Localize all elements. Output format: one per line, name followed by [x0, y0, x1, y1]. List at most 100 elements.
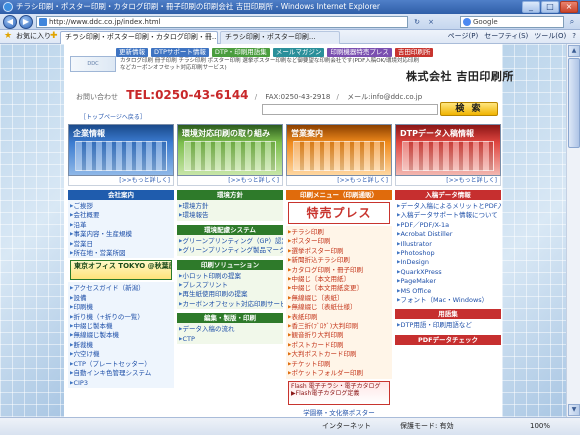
list-item[interactable]: フォント（Mac・Windows） — [397, 296, 501, 305]
list-item[interactable]: 小ロット印刷の提案 — [179, 272, 283, 281]
banner-company[interactable]: 企業情報 — [68, 124, 174, 176]
vertical-scrollbar[interactable]: ▲ ▼ — [566, 44, 580, 417]
list-item[interactable]: ポスター印刷 — [288, 237, 392, 246]
tokubai-press-banner[interactable]: 特売プレス — [288, 202, 390, 224]
breadcrumb-home[interactable]: ［トップページへ戻る］ — [80, 112, 146, 121]
list-item[interactable]: アクセスガイド（新潟） — [70, 284, 174, 293]
list-item[interactable]: Acrobat Distiller — [397, 230, 501, 239]
list-item[interactable]: PDF／PDF/X-1a — [397, 221, 501, 230]
list-item[interactable]: データ入稿の流れ — [179, 325, 283, 334]
more-link[interactable]: [>>もっと詳しく] — [68, 176, 174, 186]
list-item[interactable]: 環境方針 — [179, 202, 283, 211]
list-item[interactable]: CTP（プレートセッター） — [70, 360, 174, 369]
url-input[interactable]: http://www.ddc.co.jp/index.html — [36, 16, 408, 28]
scroll-up-button[interactable]: ▲ — [568, 45, 580, 57]
list-item[interactable]: 会社概要 — [70, 211, 174, 220]
minimize-button[interactable]: _ — [522, 1, 540, 13]
list-item[interactable]: 再生紙使用印刷の提案 — [179, 290, 283, 299]
list-item[interactable]: 大判ポストカード印刷 — [288, 350, 392, 359]
search-engine-input[interactable]: Google — [460, 16, 564, 28]
flash-catalog-banner[interactable]: Flash 電子チラシ・電子カタログ ▶Flash電子カタログ定義 — [288, 380, 390, 405]
list-item[interactable]: プレスプリント — [179, 281, 283, 290]
list-item[interactable]: 設備 — [70, 294, 174, 303]
list-item[interactable]: Illustrator — [397, 240, 501, 249]
tokyo-office-banner[interactable]: 東京オフィス TOKYO @秋葉原 — [70, 260, 172, 281]
tab-other[interactable]: チラシ印刷・ポスター印刷... — [220, 31, 340, 44]
list-item[interactable]: 折り機（+折りの一覧） — [70, 313, 174, 322]
banner-environment[interactable]: 環境対応印刷の取り組み — [177, 124, 283, 176]
list-item[interactable]: 中綴じ〔本文用紙〕 — [288, 275, 392, 284]
email-address[interactable]: メール:info@ddc.co.jp — [347, 93, 422, 101]
list-item[interactable]: 選挙ポスター印刷 — [288, 247, 392, 256]
more-link[interactable]: [>>もっと詳しく] — [286, 176, 392, 186]
list-item[interactable]: CIP3 — [70, 379, 174, 388]
festival-poster-link[interactable]: 学園祭・文化祭ポスター — [286, 407, 392, 417]
nav-glossary[interactable]: DTP・印刷用語集 — [211, 48, 270, 57]
list-item[interactable]: MS Office — [397, 287, 501, 296]
list-item[interactable]: DTP用語・印刷用語など — [397, 321, 501, 330]
list-item[interactable]: 穴空け機 — [70, 350, 174, 359]
list-item[interactable]: PageMaker — [397, 277, 501, 286]
banner-dtp[interactable]: DTPデータ入稿情報 — [395, 124, 501, 176]
list-item[interactable]: チケット印刷 — [288, 360, 392, 369]
list-item[interactable]: グリーンプリンティング製品マーク（GP製品マーク） — [179, 246, 283, 255]
list-item[interactable]: QuarkXPress — [397, 268, 501, 277]
list-item[interactable]: 断裁機 — [70, 341, 174, 350]
page-menu[interactable]: ページ(P) — [448, 30, 479, 43]
list-item[interactable]: 香三折(ﾌﾞﾛｸﾞ)大判印刷 — [288, 322, 392, 331]
search-go-icon[interactable]: ⌕ — [566, 17, 578, 27]
site-search-button[interactable]: 検 索 — [440, 102, 498, 116]
list-item[interactable]: 表紙印刷 — [288, 313, 392, 322]
site-search-input[interactable] — [262, 104, 438, 115]
nav-updates[interactable]: 更新情報 — [116, 48, 148, 57]
list-item[interactable]: 自動インキ色管理システム — [70, 369, 174, 378]
list-item[interactable]: 所在地・営業所図 — [70, 249, 174, 258]
site-logo[interactable]: DDC — [70, 56, 116, 72]
scroll-down-button[interactable]: ▼ — [568, 404, 580, 416]
nav-mail-magazine[interactable]: メールマガジン — [272, 48, 325, 57]
list-item[interactable]: CTP — [179, 335, 283, 344]
close-button[interactable]: × — [560, 1, 578, 13]
list-item[interactable]: 観音折り大判印刷 — [288, 331, 392, 340]
list-item[interactable]: ポケットフォルダー印刷 — [288, 369, 392, 378]
back-button[interactable]: ◀ — [3, 15, 17, 29]
list-item[interactable]: 新聞折込チラシ印刷 — [288, 256, 392, 265]
list-item[interactable]: 中綴じ製本機 — [70, 322, 174, 331]
list-item[interactable]: 入稿データサポート情報について — [397, 211, 501, 220]
list-item[interactable]: 事業内容・生産規模 — [70, 230, 174, 239]
nav-dtp-support[interactable]: DTPサポート情報 — [151, 48, 209, 57]
list-item[interactable]: InDesign — [397, 258, 501, 267]
add-favorite-icon[interactable]: ✚ — [50, 30, 58, 43]
list-item[interactable]: ご挨拶 — [70, 202, 174, 211]
safety-menu[interactable]: セーフティ(S) — [484, 30, 528, 43]
nav-yoshida[interactable]: 吉田印刷所 — [394, 48, 434, 57]
list-item[interactable]: 中綴じ〔本文用紙変更〕 — [288, 284, 392, 293]
list-item[interactable]: データ入稿によるメリットとPDF入稿について【1 2 3】 — [397, 202, 501, 211]
list-item[interactable]: ポストカード印刷 — [288, 341, 392, 350]
nav-tokubai-press[interactable]: 印刷機器特売プレス — [327, 48, 392, 57]
list-item[interactable]: グリーンプリンティング（GP）認定工場 — [179, 237, 283, 246]
favorites-star-icon[interactable]: ★ — [4, 30, 12, 43]
list-item[interactable]: 印刷機 — [70, 303, 174, 312]
tab-active[interactable]: チラシ印刷・ポスター印刷・カタログ印刷・冊... — [60, 31, 218, 44]
list-item[interactable]: 沿革 — [70, 221, 174, 230]
list-item[interactable]: カタログ印刷・冊子印刷 — [288, 266, 392, 275]
maximize-button[interactable]: □ — [541, 1, 559, 13]
more-link[interactable]: [>>もっと詳しく] — [395, 176, 501, 186]
banner-sales[interactable]: 営業案内 — [286, 124, 392, 176]
more-link[interactable]: [>>もっと詳しく] — [177, 176, 283, 186]
list-item[interactable]: Photoshop — [397, 249, 501, 258]
stop-icon[interactable]: × — [426, 17, 436, 27]
list-item[interactable]: カーボンオフセット対応印刷サービス — [179, 300, 283, 309]
tools-menu[interactable]: ツール(O) — [534, 30, 566, 43]
zoom-level[interactable]: 100% — [530, 418, 550, 434]
list-item[interactable]: 営業日 — [70, 240, 174, 249]
scroll-thumb[interactable] — [568, 58, 580, 148]
favorites-label[interactable]: お気に入り — [16, 30, 51, 43]
list-item[interactable]: 無線綴じ〔表紙〕 — [288, 294, 392, 303]
list-item[interactable]: 無線綴じ〔表紙仕様〕 — [288, 303, 392, 312]
list-item[interactable]: 無線綴じ製本機 — [70, 331, 174, 340]
refresh-icon[interactable]: ↻ — [412, 17, 422, 27]
help-menu[interactable]: ? — [572, 30, 576, 43]
list-item[interactable]: チラシ印刷 — [288, 228, 392, 237]
